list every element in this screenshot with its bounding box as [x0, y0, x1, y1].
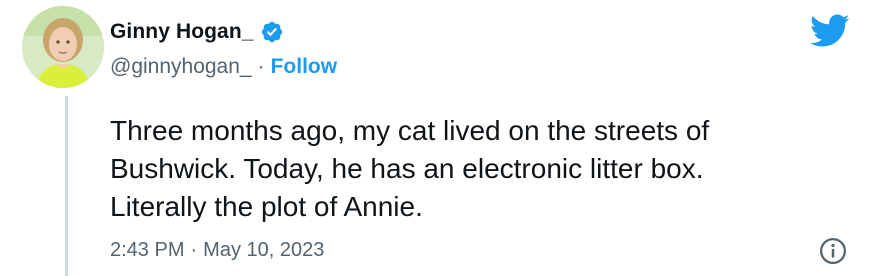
avatar[interactable] [22, 6, 104, 88]
tweet-text: Three months ago, my cat lived on the st… [110, 112, 850, 226]
display-name[interactable]: Ginny Hogan_ [110, 20, 254, 44]
tweet-timestamp[interactable]: 2:43 PM · May 10, 2023 [110, 236, 324, 264]
follow-button[interactable]: Follow [271, 55, 338, 79]
tweet-text-line: Three months ago, my cat lived on the st… [110, 115, 710, 146]
author-handle[interactable]: @ginnyhogan_ [110, 55, 252, 79]
verified-badge-icon [261, 21, 282, 43]
avatar-photo-icon [22, 6, 104, 88]
tweet-text-line: Literally the plot of Annie. [110, 191, 423, 222]
author-handle-row: @ginnyhogan_ · Follow [110, 53, 337, 81]
thread-line [65, 96, 68, 276]
author-name-row: Ginny Hogan_ [110, 16, 284, 48]
tweet-text-line: Bushwick. Today, he has an electronic li… [110, 153, 704, 184]
timestamp-separator: · [190, 238, 198, 261]
twitter-bird-icon[interactable] [810, 14, 850, 48]
tweet-time: 2:43 PM [110, 238, 185, 261]
handle-separator: · [257, 55, 265, 78]
tweet-date: May 10, 2023 [203, 238, 325, 261]
info-icon[interactable] [818, 236, 848, 266]
